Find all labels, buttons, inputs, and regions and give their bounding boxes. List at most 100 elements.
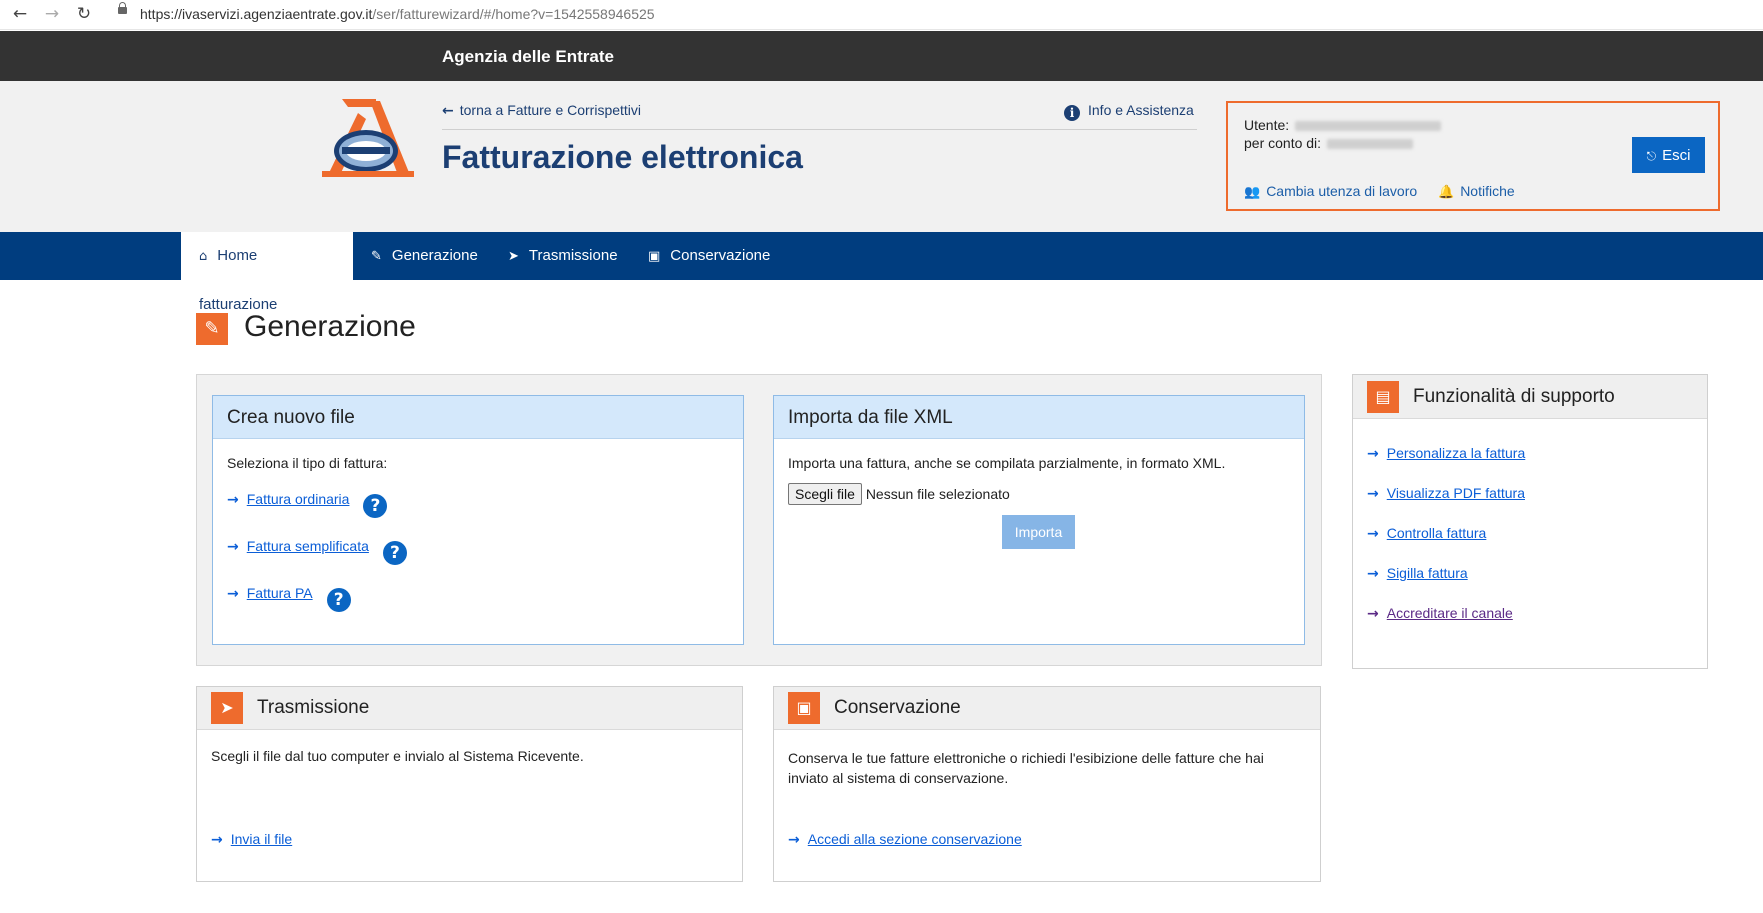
arrow-right-icon: → bbox=[227, 492, 239, 508]
trasmissione-panel: ➤ Trasmissione Scegli il file dal tuo com… bbox=[196, 686, 743, 882]
reload-icon[interactable]: ↻ bbox=[72, 2, 96, 26]
arrow-right-icon: → bbox=[1367, 486, 1379, 502]
arrow-left-icon: ← bbox=[442, 103, 454, 119]
accedi-conservazione-link[interactable]: Accedi alla sezione conservazione bbox=[808, 831, 1022, 847]
trasmissione-text: Scegli il file dal tuo computer e invial… bbox=[211, 748, 584, 764]
fattura-ordinaria-row: → Fattura ordinaria? bbox=[227, 491, 729, 518]
help-icon[interactable]: ? bbox=[382, 541, 407, 565]
arrow-right-icon: → bbox=[1367, 526, 1379, 542]
sigilla-row: → Sigilla fattura bbox=[1367, 565, 1468, 582]
archive-icon: ▣ bbox=[648, 249, 661, 264]
change-user-link[interactable]: 👥 Cambia utenza di lavoro bbox=[1244, 183, 1417, 200]
archive-icon: ▣ bbox=[788, 692, 820, 724]
trasmissione-title: Trasmissione bbox=[257, 697, 370, 718]
accreditare-row: → Accreditare il canale bbox=[1367, 605, 1513, 622]
fattura-semplificata-row: → Fattura semplificata? bbox=[227, 538, 729, 565]
fattura-pa-link[interactable]: Fattura PA bbox=[247, 585, 313, 601]
fattura-ordinaria-link[interactable]: Fattura ordinaria bbox=[247, 491, 350, 507]
tab-conservazione[interactable]: ▣ Conservazione bbox=[630, 232, 788, 280]
supporto-title: Funzionalità di supporto bbox=[1413, 385, 1615, 407]
crea-intro: Seleziona il tipo di fattura: bbox=[227, 455, 388, 471]
arrow-right-icon: → bbox=[1367, 566, 1379, 582]
forward-arrow-icon[interactable]: → bbox=[40, 2, 64, 26]
visualizza-pdf-link[interactable]: Visualizza PDF fattura bbox=[1387, 485, 1525, 501]
url-host: https://ivaservizi.agenziaentrate.gov.it bbox=[140, 6, 373, 22]
behalf-row: per conto di: bbox=[1244, 135, 1414, 151]
fattura-semplificata-link[interactable]: Fattura semplificata bbox=[247, 538, 369, 554]
file-status: Nessun file selezionato bbox=[865, 486, 1010, 502]
info-icon: i bbox=[1064, 105, 1080, 121]
tab-label: Trasmissione bbox=[528, 247, 618, 264]
agenzia-logo-icon bbox=[322, 99, 414, 177]
importa-xml-card: Importa da file XML Importa una fattura,… bbox=[773, 395, 1305, 645]
importa-intro: Importa una fattura, anche se compilata … bbox=[788, 455, 1226, 471]
home-icon: ⌂ bbox=[199, 249, 208, 264]
bell-icon: 🔔 bbox=[1438, 185, 1455, 200]
pencil-icon: ✎ bbox=[371, 249, 382, 264]
fattura-pa-row: → Fattura PA? bbox=[227, 585, 729, 612]
user-box: Utente: per conto di: ⎋ Esci 👥 Cambia uten… bbox=[1226, 101, 1720, 211]
app-title: Fatturazione elettronica bbox=[442, 139, 803, 175]
page-title: Generazione bbox=[244, 310, 416, 343]
help-icon[interactable]: ? bbox=[363, 494, 388, 518]
info-assistenza-link[interactable]: i Info e Assistenza bbox=[1064, 102, 1194, 121]
browser-address-bar: ← → ↻ https://ivaservizi.agenziaentrate.… bbox=[0, 0, 1763, 30]
arrow-right-icon: → bbox=[227, 586, 239, 602]
back-to-fatture-link[interactable]: ← torna a Fatture e Corrispettivi bbox=[442, 102, 641, 119]
choose-file-button[interactable]: Scegli file bbox=[788, 483, 862, 505]
sigilla-link[interactable]: Sigilla fattura bbox=[1387, 565, 1468, 581]
conservazione-panel: ▣ Conservazione Conserva le tue fatture e… bbox=[773, 686, 1321, 882]
main-nav: ⌂ Home fatturazione ✎ Generazione ➤ Trasmis… bbox=[0, 232, 1763, 313]
users-icon: 👥 bbox=[1244, 185, 1261, 200]
controlla-row: → Controlla fattura bbox=[1367, 525, 1486, 542]
tab-label: Home fatturazione bbox=[199, 247, 278, 313]
help-icon[interactable]: ? bbox=[326, 588, 351, 612]
tab-label: Conservazione bbox=[670, 247, 771, 264]
send-icon: ➤ bbox=[508, 249, 519, 264]
lock-icon bbox=[118, 2, 127, 14]
logout-button[interactable]: ⎋ Esci bbox=[1632, 137, 1705, 173]
send-icon: ➤ bbox=[211, 692, 243, 724]
invia-file-link[interactable]: Invia il file bbox=[231, 831, 292, 847]
back-arrow-icon[interactable]: ← bbox=[8, 2, 32, 26]
header-divider bbox=[442, 129, 1197, 130]
back-link-label: torna a Fatture e Corrispettivi bbox=[459, 102, 642, 118]
personalizza-link[interactable]: Personalizza la fattura bbox=[1387, 445, 1526, 461]
arrow-right-icon: → bbox=[1367, 446, 1379, 462]
conservazione-title: Conservazione bbox=[834, 697, 961, 718]
document-icon: ▤ bbox=[1367, 380, 1399, 413]
crea-nuovo-file-card: Crea nuovo file Seleziona il tipo di fat… bbox=[212, 395, 744, 645]
card-title: Crea nuovo file bbox=[213, 396, 743, 439]
file-picker: Scegli file Nessun file selezionato bbox=[788, 483, 1290, 505]
logout-icon: ⎋ bbox=[1646, 148, 1657, 163]
behalf-id-redacted bbox=[1327, 139, 1414, 150]
url-field[interactable]: https://ivaservizi.agenziaentrate.gov.it… bbox=[140, 6, 655, 22]
card-title: Importa da file XML bbox=[774, 396, 1304, 439]
invia-row: → Invia il file bbox=[211, 831, 292, 848]
arrow-right-icon: → bbox=[1367, 606, 1379, 622]
tab-label: Generazione bbox=[391, 247, 478, 264]
supporto-panel: ▤ Funzionalità di supporto → Personalizza … bbox=[1352, 374, 1708, 669]
pencil-icon: ✎ bbox=[196, 313, 228, 345]
visualizza-pdf-row: → Visualizza PDF fattura bbox=[1367, 485, 1525, 502]
conservazione-text: Conserva le tue fatture elettroniche o r… bbox=[788, 750, 1264, 786]
user-row: Utente: bbox=[1244, 117, 1442, 133]
tab-generazione[interactable]: ✎ Generazione bbox=[353, 232, 496, 280]
import-button[interactable]: Importa bbox=[1002, 515, 1075, 549]
notifications-link[interactable]: 🔔 Notifiche bbox=[1438, 183, 1515, 200]
logout-label: Esci bbox=[1662, 146, 1691, 164]
agency-bar: Agenzia delle Entrate bbox=[0, 31, 1763, 81]
arrow-right-icon: → bbox=[788, 832, 800, 848]
arrow-right-icon: → bbox=[227, 539, 239, 555]
controlla-link[interactable]: Controlla fattura bbox=[1387, 525, 1487, 541]
change-user-label: Cambia utenza di lavoro bbox=[1266, 183, 1418, 199]
accreditare-link[interactable]: Accreditare il canale bbox=[1387, 605, 1513, 621]
personalizza-row: → Personalizza la fattura bbox=[1367, 445, 1525, 462]
url-path: /ser/fatturewizard/#/home?v=154255894652… bbox=[372, 6, 655, 22]
info-link-label: Info e Assistenza bbox=[1088, 102, 1194, 118]
tab-trasmissione[interactable]: ➤ Trasmissione bbox=[490, 232, 636, 280]
arrow-right-icon: → bbox=[211, 832, 223, 848]
agency-name: Agenzia delle Entrate bbox=[442, 47, 614, 66]
user-label: Utente: bbox=[1244, 117, 1290, 133]
tab-home-fatturazione[interactable]: ⌂ Home fatturazione bbox=[181, 232, 353, 313]
